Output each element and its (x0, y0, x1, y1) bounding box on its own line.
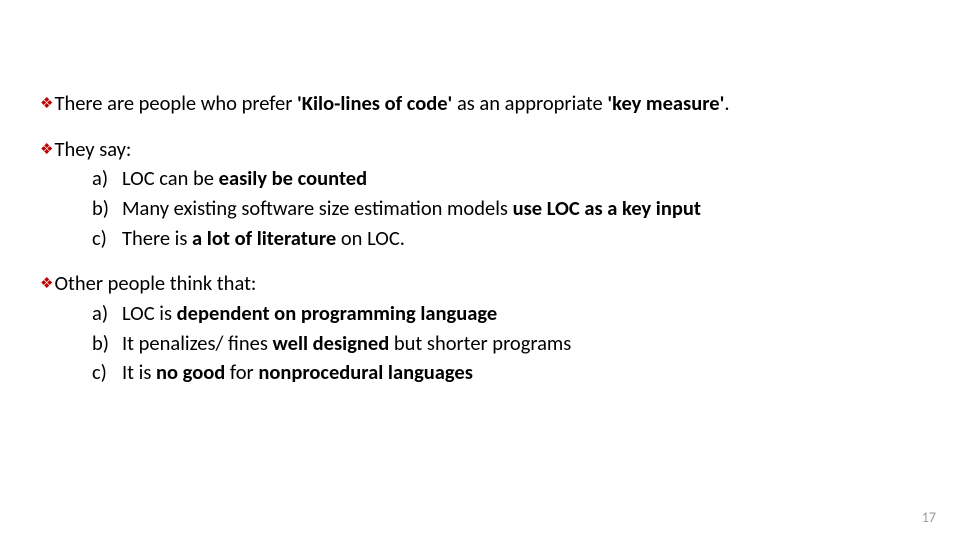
bullet-block: ❖Other people think that: LOC is depende… (40, 270, 920, 387)
list-item: Many existing software size estimation m… (122, 195, 920, 223)
item-text: but shorter programs (389, 330, 571, 356)
list-item: It penalizes/ fines well designed but sh… (122, 330, 920, 358)
item-text: for (225, 359, 258, 385)
item-text: There is (122, 225, 192, 251)
item-bold: use LOC as a key input (513, 195, 701, 221)
diamond-bullet-icon: ❖ (40, 141, 53, 159)
bullet-lead: ❖They say: (40, 136, 920, 164)
item-bold: easily be counted (219, 165, 367, 191)
list-item: It is no good for nonprocedural language… (122, 359, 920, 387)
diamond-bullet-icon: ❖ (40, 95, 53, 113)
item-text: It penalizes/ fines (122, 330, 273, 356)
lead-text: There are people who prefer (54, 90, 297, 116)
lead-bold: 'key measure' (607, 90, 724, 116)
bullet-block: ❖There are people who prefer 'Kilo-lines… (40, 90, 920, 118)
item-text: It is (122, 359, 156, 385)
lead-text: . (724, 90, 729, 116)
list-item: LOC can be easily be counted (122, 165, 920, 193)
ordered-sublist: LOC is dependent on programming language… (40, 300, 920, 387)
slide: ❖There are people who prefer 'Kilo-lines… (0, 0, 960, 540)
item-text: Many existing software size estimation m… (122, 195, 513, 221)
page-number: 17 (922, 509, 936, 526)
lead-text: Other people think that: (54, 270, 256, 296)
diamond-bullet-icon: ❖ (40, 275, 53, 293)
list-item: LOC is dependent on programming language (122, 300, 920, 328)
bullet-block: ❖They say: LOC can be easily be counted … (40, 136, 920, 253)
lead-bold: 'Kilo-lines of code' (297, 90, 452, 116)
item-bold: a lot of literature (192, 225, 336, 251)
bullet-lead: ❖Other people think that: (40, 270, 920, 298)
bullet-lead: ❖There are people who prefer 'Kilo-lines… (40, 90, 920, 118)
item-text: LOC is (122, 300, 177, 326)
ordered-sublist: LOC can be easily be counted Many existi… (40, 165, 920, 252)
lead-text: as an appropriate (452, 90, 607, 116)
item-bold: no good (156, 359, 225, 385)
item-text: on LOC. (336, 225, 405, 251)
item-bold: well designed (273, 330, 390, 356)
item-bold: nonprocedural languages (258, 359, 473, 385)
lead-text: They say: (54, 136, 131, 162)
item-text: LOC can be (122, 165, 219, 191)
list-item: There is a lot of literature on LOC. (122, 225, 920, 253)
item-bold: dependent on programming language (177, 300, 497, 326)
